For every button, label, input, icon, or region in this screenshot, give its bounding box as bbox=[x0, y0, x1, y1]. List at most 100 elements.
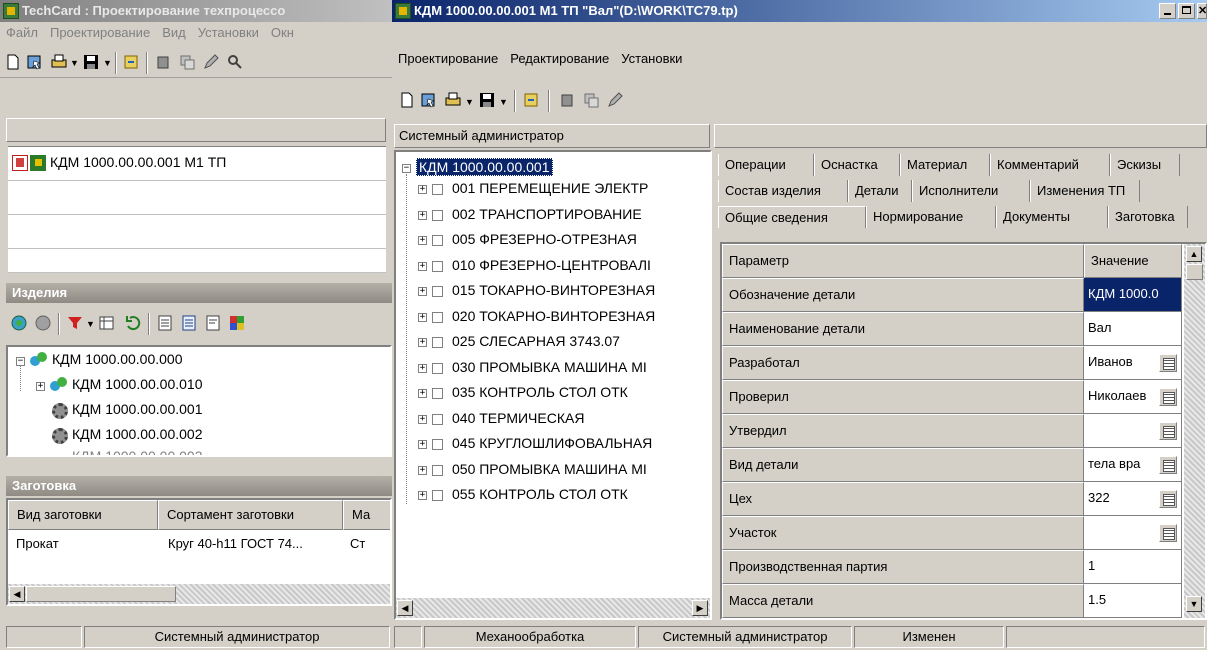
operation-checkbox[interactable] bbox=[432, 413, 443, 425]
expand-icon[interactable]: + bbox=[418, 491, 427, 500]
operation-item[interactable]: 005 ФРЕЗЕРНО-ОТРЕЗНАЯ bbox=[452, 231, 637, 247]
ellipsis-button-icon[interactable] bbox=[1159, 354, 1177, 372]
copy-icon[interactable] bbox=[582, 91, 600, 109]
operation-checkbox[interactable] bbox=[432, 311, 443, 323]
expand-icon[interactable]: + bbox=[418, 312, 427, 322]
tab-tabs_row3-2[interactable]: Документы bbox=[996, 206, 1108, 228]
tab-tabs_row3-1[interactable]: Нормирование bbox=[866, 206, 996, 228]
operation-item[interactable]: 002 ТРАНСПОРТИРОВАНИЕ bbox=[452, 206, 642, 222]
open-icon[interactable] bbox=[420, 91, 438, 109]
grid-value[interactable]: 1 bbox=[1084, 550, 1182, 584]
tab-tabs_row2-2[interactable]: Исполнители bbox=[912, 180, 1030, 202]
grid-value[interactable]: Иванов bbox=[1084, 346, 1182, 380]
tab-tabs_row1-3[interactable]: Комментарий bbox=[990, 154, 1110, 176]
ellipsis-button-icon[interactable] bbox=[1159, 490, 1177, 508]
operation-checkbox[interactable] bbox=[432, 235, 443, 246]
edit-icon[interactable] bbox=[606, 91, 624, 109]
puzzle-icon[interactable] bbox=[228, 314, 246, 332]
column-header[interactable]: Ма bbox=[343, 500, 390, 530]
operation-item[interactable]: 030 ПРОМЫВКА МАШИНА МІ bbox=[452, 359, 647, 375]
open-icon[interactable] bbox=[26, 53, 44, 71]
document-list-row[interactable]: КДМ 1000.00.00.001 М1 ТП bbox=[8, 147, 386, 181]
tree-node-part[interactable]: КДМ 1000.00.00.002 bbox=[72, 426, 203, 442]
scroll-down-icon[interactable]: ▼ bbox=[1186, 596, 1202, 612]
operation-checkbox[interactable] bbox=[432, 337, 443, 348]
menu-edit[interactable]: Редактирование bbox=[504, 51, 615, 66]
expand-icon[interactable]: + bbox=[418, 261, 427, 271]
operation-item[interactable]: 045 КРУГЛОШЛИФОВАЛЬНАЯ bbox=[452, 435, 652, 451]
print-icon[interactable] bbox=[444, 91, 462, 109]
expand-icon[interactable]: + bbox=[418, 414, 427, 424]
expand-icon[interactable]: + bbox=[418, 185, 427, 194]
new-document-icon[interactable] bbox=[4, 53, 22, 71]
properties-icon[interactable] bbox=[156, 314, 174, 332]
tree-node-assembly[interactable]: КДМ 1000.00.00.000 bbox=[52, 351, 183, 367]
operation-item[interactable]: 010 ФРЕЗЕРНО-ЦЕНТРОВАЛІ bbox=[452, 257, 651, 273]
edit-icon[interactable] bbox=[202, 53, 220, 71]
scroll-left-icon[interactable]: ◀ bbox=[9, 586, 25, 602]
ellipsis-button-icon[interactable] bbox=[1159, 388, 1177, 406]
import-icon[interactable] bbox=[522, 91, 540, 109]
menu-design[interactable]: Проектирование bbox=[392, 51, 504, 66]
grid-value[interactable] bbox=[1084, 516, 1182, 550]
new-document-icon[interactable] bbox=[398, 91, 416, 109]
table-cell[interactable]: Круг 40-h11 ГОСТ 74... bbox=[168, 536, 303, 551]
refresh-icon[interactable] bbox=[124, 314, 142, 332]
expand-icon[interactable]: + bbox=[418, 465, 427, 475]
save-icon[interactable] bbox=[82, 53, 100, 71]
document-icon[interactable] bbox=[204, 314, 222, 332]
list-icon[interactable] bbox=[180, 314, 198, 332]
tab-tabs_row2-3[interactable]: Изменения ТП bbox=[1030, 180, 1140, 202]
expand-icon[interactable]: + bbox=[418, 210, 427, 220]
operation-checkbox[interactable] bbox=[432, 184, 443, 195]
grid-value[interactable]: 322 bbox=[1084, 482, 1182, 516]
tree-root[interactable]: КДМ 1000.00.00.001 bbox=[416, 158, 553, 176]
table-cell[interactable]: Ст bbox=[350, 536, 365, 551]
operation-item[interactable]: 035 КОНТРОЛЬ СТОЛ ОТК bbox=[452, 384, 628, 400]
column-header[interactable]: Вид заготовки bbox=[8, 500, 158, 530]
scroll-up-icon[interactable]: ▲ bbox=[1186, 246, 1202, 262]
scroll-thumb[interactable] bbox=[26, 586, 176, 602]
table-filter-icon[interactable] bbox=[98, 314, 116, 332]
operation-item[interactable]: 025 СЛЕСАРНАЯ 3743.07 bbox=[452, 333, 620, 349]
vertical-scrollbar[interactable]: ▲ ▼ bbox=[1184, 244, 1205, 618]
add-product-icon[interactable] bbox=[10, 314, 28, 332]
copy-icon[interactable] bbox=[178, 53, 196, 71]
grid-value[interactable]: Николаев bbox=[1084, 380, 1182, 414]
operation-item[interactable]: 020 ТОКАРНО-ВИНТОРЕЗНАЯ bbox=[452, 308, 655, 324]
print-dropdown-icon[interactable]: ▼ bbox=[70, 58, 79, 68]
expand-icon[interactable]: + bbox=[418, 440, 427, 449]
left-search-bar[interactable] bbox=[6, 118, 386, 142]
maximize-button[interactable] bbox=[1178, 3, 1195, 19]
print-dropdown-icon[interactable]: ▼ bbox=[465, 97, 474, 107]
operation-checkbox[interactable] bbox=[432, 439, 443, 450]
tree-node-subassembly[interactable]: КДМ 1000.00.00.010 bbox=[72, 376, 203, 392]
right-window-titlebar[interactable]: КДМ 1000.00.00.001 М1 ТП "Вал"(D:\WORK\T… bbox=[392, 0, 1207, 22]
tree-node-part[interactable]: КДМ 1000.00.00.003 bbox=[72, 448, 203, 455]
operation-item[interactable]: 015 ТОКАРНО-ВИНТОРЕЗНАЯ bbox=[452, 282, 655, 298]
ellipsis-button-icon[interactable] bbox=[1159, 456, 1177, 474]
minimize-button[interactable] bbox=[1159, 3, 1176, 19]
grid-value[interactable]: тела вра bbox=[1084, 448, 1182, 482]
tab-tabs_row2-1[interactable]: Детали bbox=[848, 180, 912, 202]
delete-icon[interactable] bbox=[558, 91, 576, 109]
tab-tabs_row1-1[interactable]: Оснастка bbox=[814, 154, 900, 176]
print-icon[interactable] bbox=[50, 53, 68, 71]
menu-file[interactable]: Файл bbox=[0, 25, 44, 40]
scroll-thumb[interactable] bbox=[1186, 264, 1203, 280]
tab-tabs_row3-0[interactable]: Общие сведения bbox=[718, 206, 866, 228]
menu-window[interactable]: Окн bbox=[265, 25, 300, 40]
grid-value[interactable]: 1.5 bbox=[1084, 584, 1182, 618]
ellipsis-button-icon[interactable] bbox=[1159, 422, 1177, 440]
operation-checkbox[interactable] bbox=[432, 209, 443, 221]
scroll-left-icon[interactable]: ◀ bbox=[397, 600, 413, 616]
operation-item[interactable]: 001 ПЕРЕМЕЩЕНИЕ ЭЛЕКТР bbox=[452, 180, 648, 196]
tree-node-part[interactable]: КДМ 1000.00.00.001 bbox=[72, 401, 203, 417]
filter-dropdown-icon[interactable]: ▼ bbox=[86, 319, 95, 329]
ellipsis-button-icon[interactable] bbox=[1159, 524, 1177, 542]
tab-tabs_row2-0[interactable]: Состав изделия bbox=[718, 180, 848, 202]
menu-design[interactable]: Проектирование bbox=[44, 25, 156, 40]
grid-value[interactable] bbox=[1084, 414, 1182, 448]
expand-icon[interactable]: + bbox=[418, 236, 427, 245]
grid-header-param[interactable]: Параметр bbox=[722, 244, 1084, 278]
